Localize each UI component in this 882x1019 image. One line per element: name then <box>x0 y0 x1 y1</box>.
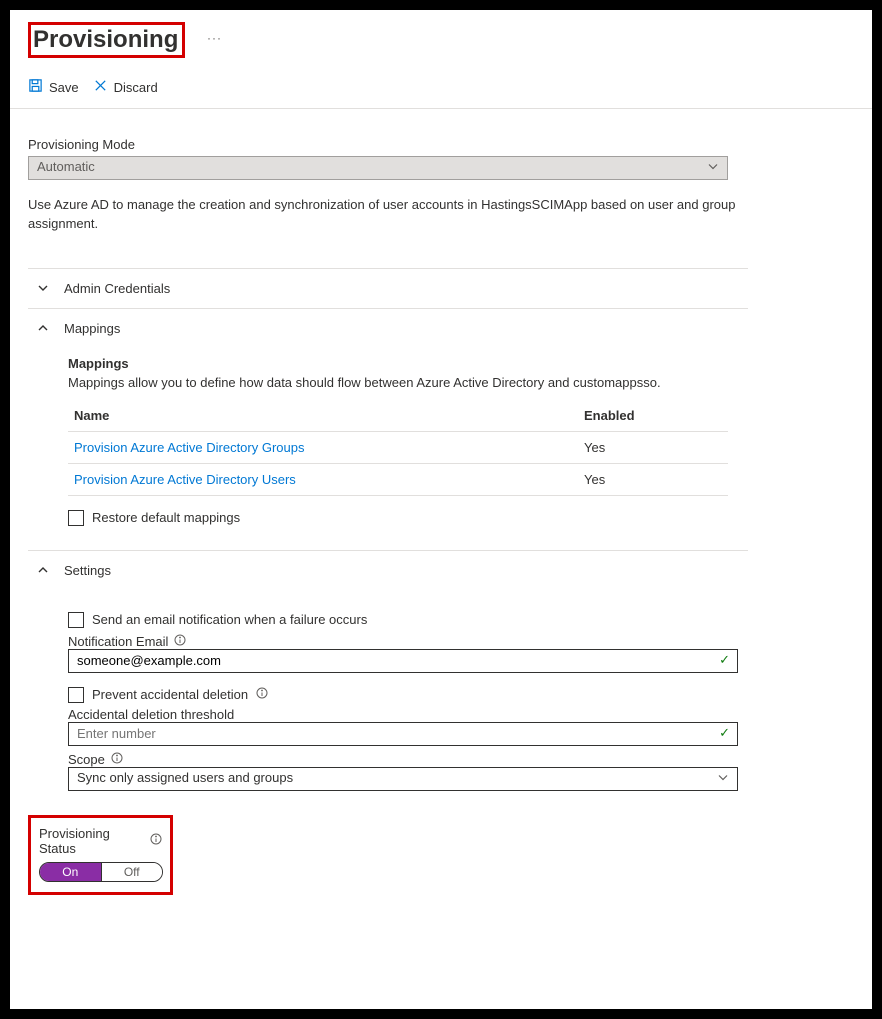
chevron-up-icon <box>36 322 50 334</box>
section-toggle-mappings[interactable]: Mappings <box>28 309 748 348</box>
chevron-down-icon <box>707 161 719 176</box>
table-row: Provision Azure Active Directory Groups … <box>68 431 728 463</box>
notification-email-label: Notification Email <box>68 634 168 649</box>
info-icon[interactable] <box>256 687 268 702</box>
mode-label: Provisioning Mode <box>28 137 854 152</box>
col-enabled: Enabled <box>578 400 728 432</box>
section-admin: Admin Credentials <box>28 268 748 309</box>
discard-button[interactable]: Discard <box>93 78 158 96</box>
mappings-table: Name Enabled Provision Azure Active Dire… <box>68 400 728 496</box>
section-settings: Settings Send an email notification when… <box>28 551 748 799</box>
section-title-settings: Settings <box>64 563 111 578</box>
failure-email-label: Send an email notification when a failur… <box>92 612 367 627</box>
prevent-deletion-label: Prevent accidental deletion <box>92 687 248 702</box>
prevent-deletion-checkbox[interactable] <box>68 687 84 703</box>
toggle-on: On <box>40 863 102 881</box>
mode-select[interactable]: Automatic <box>28 156 728 180</box>
header: Provisioning ··· <box>10 10 872 64</box>
page-title: Provisioning <box>28 22 185 58</box>
toggle-off: Off <box>102 863 163 881</box>
info-icon[interactable] <box>174 634 186 649</box>
mappings-subdesc: Mappings allow you to define how data sh… <box>68 375 748 390</box>
info-icon[interactable] <box>150 833 162 848</box>
section-toggle-settings[interactable]: Settings <box>28 551 748 590</box>
scope-value: Sync only assigned users and groups <box>77 770 293 785</box>
discard-label: Discard <box>114 80 158 95</box>
provisioning-status-block: Provisioning Status On Off <box>28 815 173 895</box>
restore-mappings-checkbox[interactable] <box>68 510 84 526</box>
restore-mappings-label: Restore default mappings <box>92 510 240 525</box>
save-icon <box>28 78 43 96</box>
scope-select[interactable]: Sync only assigned users and groups <box>68 767 738 791</box>
save-label: Save <box>49 80 79 95</box>
chevron-down-icon <box>717 771 729 786</box>
mode-value: Automatic <box>37 159 95 174</box>
provisioning-status-toggle[interactable]: On Off <box>39 862 163 882</box>
mapping-link[interactable]: Provision Azure Active Directory Users <box>74 472 296 487</box>
more-icon[interactable]: ··· <box>207 31 222 45</box>
mapping-enabled: Yes <box>578 463 728 495</box>
scope-label: Scope <box>68 752 105 767</box>
failure-email-checkbox[interactable] <box>68 612 84 628</box>
notification-email-input[interactable] <box>68 649 738 673</box>
section-mappings: Mappings Mappings Mappings allow you to … <box>28 309 748 551</box>
section-title-admin: Admin Credentials <box>64 281 170 296</box>
chevron-up-icon <box>36 564 50 576</box>
mapping-link[interactable]: Provision Azure Active Directory Groups <box>74 440 304 455</box>
col-name: Name <box>68 400 578 432</box>
description-text: Use Azure AD to manage the creation and … <box>28 196 768 234</box>
section-title-mappings: Mappings <box>64 321 120 336</box>
deletion-threshold-input[interactable] <box>68 722 738 746</box>
table-row: Provision Azure Active Directory Users Y… <box>68 463 728 495</box>
info-icon[interactable] <box>111 752 123 767</box>
mapping-enabled: Yes <box>578 431 728 463</box>
section-toggle-admin[interactable]: Admin Credentials <box>28 269 748 308</box>
toolbar: Save Discard <box>10 64 872 109</box>
mappings-subheading: Mappings <box>68 356 748 371</box>
deletion-threshold-label: Accidental deletion threshold <box>68 707 234 722</box>
close-icon <box>93 78 108 96</box>
save-button[interactable]: Save <box>28 78 79 96</box>
provisioning-status-label: Provisioning Status <box>39 826 144 856</box>
chevron-down-icon <box>36 282 50 294</box>
